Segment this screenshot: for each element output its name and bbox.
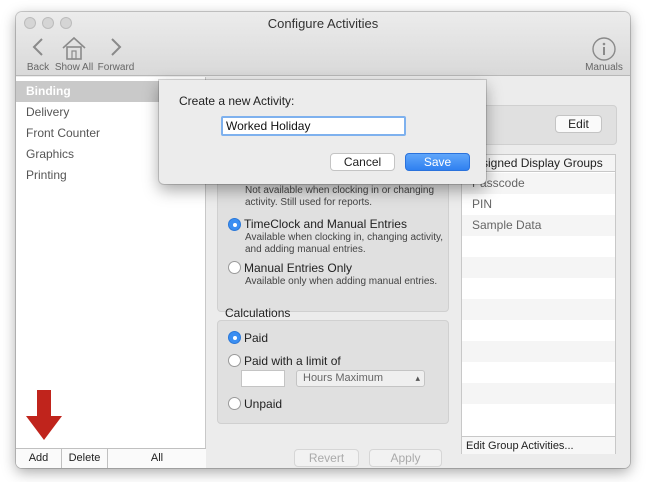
not-available-description: Not available when clocking in or changi…: [245, 185, 435, 208]
home-icon: [52, 36, 96, 62]
sidebar-bottom-bar: Add Delete All: [16, 448, 206, 468]
manual-entries-only-radio[interactable]: [228, 261, 241, 274]
list-row-empty: [462, 257, 615, 278]
unpaid-label: Unpaid: [244, 397, 283, 411]
list-item[interactable]: Sample Data: [462, 215, 615, 236]
new-activity-prompt: Create a new Activity:: [179, 94, 295, 108]
list-row-empty: [462, 383, 615, 404]
limit-unit-value: Hours Maximum: [303, 372, 384, 384]
paid-label: Paid: [244, 331, 269, 345]
configure-activities-window: Configure Activities Back Show All Forwa…: [16, 12, 630, 468]
show-all-label: Show All: [54, 62, 94, 73]
delete-button[interactable]: Delete: [62, 449, 108, 468]
show-all-button[interactable]: Show All: [52, 36, 96, 74]
assigned-display-groups-list: Assigned Display Groups Passcode PIN Sam…: [461, 154, 616, 454]
forward-label: Forward: [97, 62, 135, 73]
manual-entries-only-description: Available only when adding manual entrie…: [245, 276, 438, 287]
chevron-right-icon: [94, 36, 138, 62]
paid-with-limit-label: Paid with a limit of: [244, 354, 341, 368]
apply-button[interactable]: Apply: [369, 449, 442, 467]
edit-group-activities-button[interactable]: Edit Group Activities...: [462, 436, 615, 454]
activity-name-input[interactable]: [221, 116, 406, 136]
revert-button[interactable]: Revert: [294, 449, 359, 467]
arrow-down-icon: [26, 390, 62, 440]
forward-button[interactable]: Forward: [94, 36, 138, 74]
info-icon: [582, 36, 626, 62]
list-row-empty: [462, 404, 615, 425]
timeclock-and-manual-label: TimeClock and Manual Entries: [244, 217, 407, 231]
list-row-empty: [462, 278, 615, 299]
timeclock-and-manual-description: Available when clocking in, changing act…: [245, 232, 444, 255]
all-filter-button[interactable]: All: [108, 449, 206, 468]
edit-button[interactable]: Edit: [555, 115, 602, 133]
paid-with-limit-radio[interactable]: [228, 354, 241, 367]
cancel-button[interactable]: Cancel: [330, 153, 395, 171]
limit-amount-input[interactable]: [241, 370, 285, 387]
save-button[interactable]: Save: [405, 153, 470, 171]
timeclock-and-manual-radio[interactable]: [228, 218, 241, 231]
paid-radio[interactable]: [228, 331, 241, 344]
add-button[interactable]: Add: [16, 449, 62, 468]
titlebar: Configure Activities Back Show All Forwa…: [16, 12, 630, 76]
list-row-empty: [462, 320, 615, 341]
list-item[interactable]: PIN: [462, 194, 615, 215]
manual-entries-only-label: Manual Entries Only: [244, 261, 353, 275]
window-title: Configure Activities: [267, 16, 379, 31]
calculations-title: Calculations: [225, 306, 291, 320]
limit-unit-select[interactable]: Hours Maximum ▴: [296, 370, 425, 387]
manuals-label: Manuals: [585, 62, 623, 73]
list-row-empty: [462, 236, 615, 257]
list-row-empty: [462, 299, 615, 320]
list-row-empty: [462, 341, 615, 362]
new-activity-sheet: Create a new Activity: Cancel Save: [159, 80, 486, 184]
list-row-empty: [462, 362, 615, 383]
unpaid-radio[interactable]: [228, 397, 241, 410]
chevron-updown-icon: ▴: [415, 373, 420, 383]
manuals-button[interactable]: Manuals: [582, 36, 626, 74]
